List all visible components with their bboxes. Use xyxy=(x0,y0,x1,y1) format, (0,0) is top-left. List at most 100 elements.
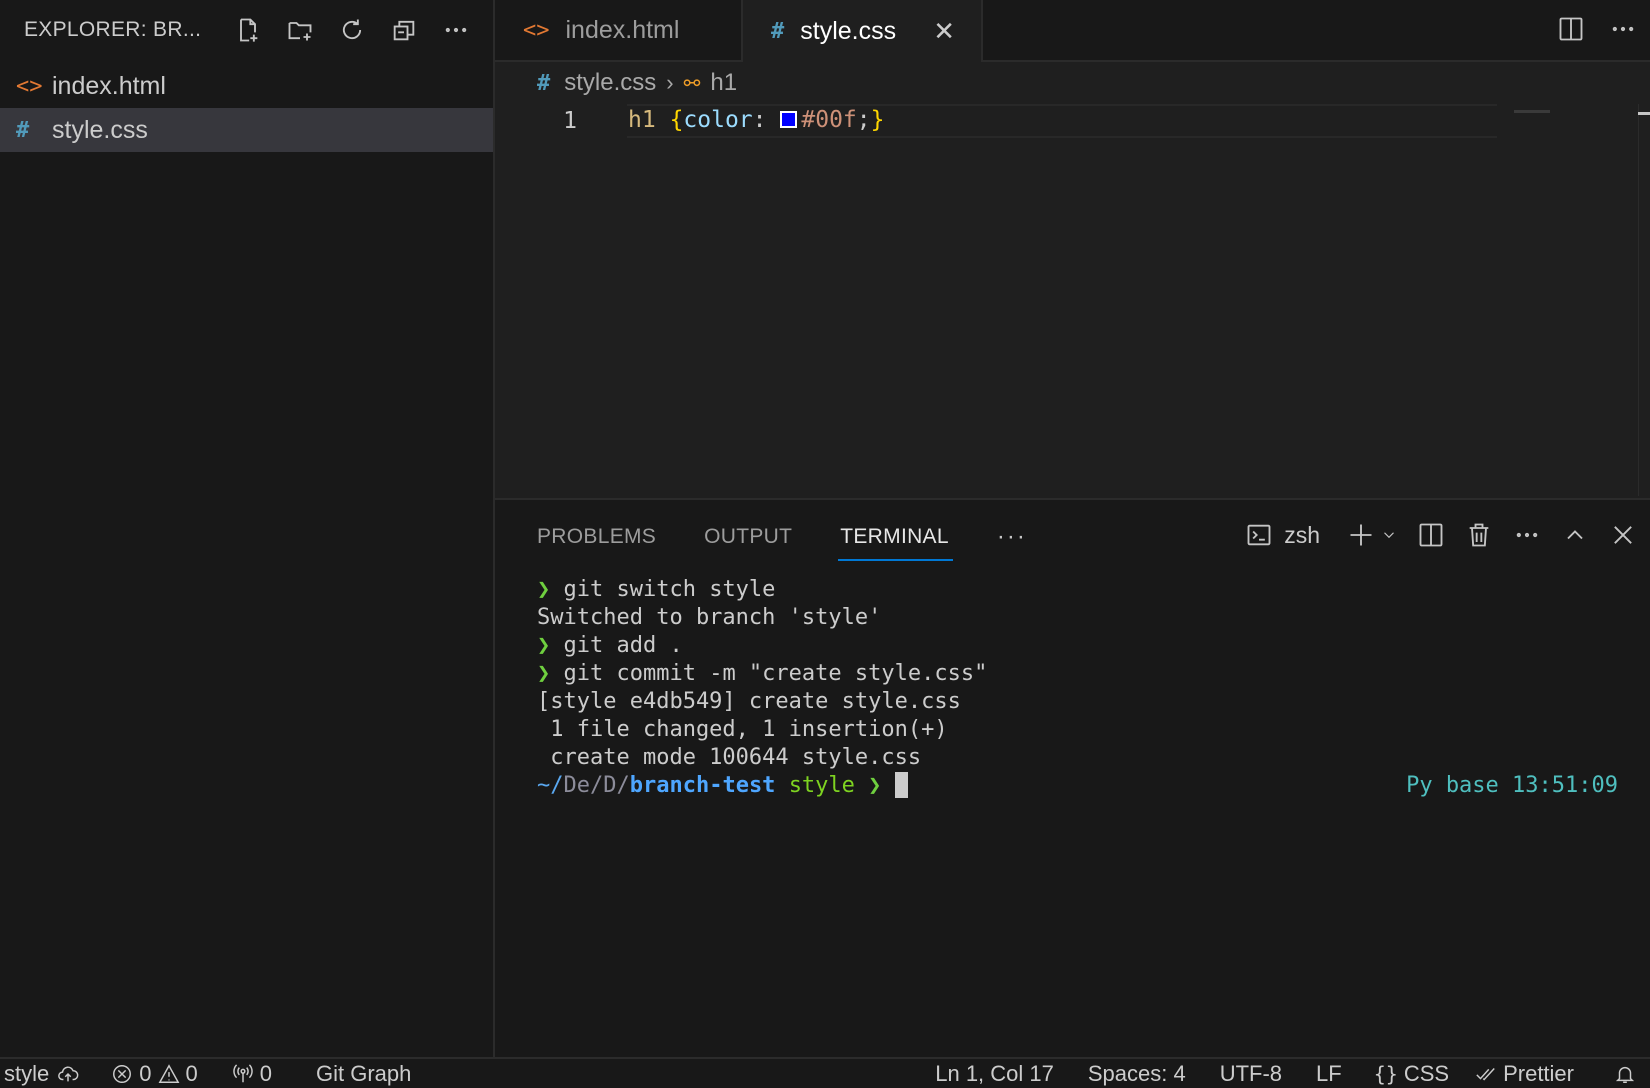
language-label: CSS xyxy=(1403,1060,1450,1086)
status-problems[interactable]: 0 0 xyxy=(111,1061,198,1087)
file-item-index-html[interactable]: <> index.html xyxy=(0,64,493,108)
notifications-bell[interactable] xyxy=(1614,1063,1636,1085)
split-terminal-icon[interactable] xyxy=(1416,520,1446,550)
css-file-icon: # xyxy=(16,117,30,143)
terminal-line: ❯ git add . xyxy=(537,632,1650,660)
tab-problems[interactable]: PROBLEMS xyxy=(537,525,656,549)
terminal-line: 1 file changed, 1 insertion(+) xyxy=(537,717,948,742)
breadcrumb: # style.css › ⚯ h1 xyxy=(495,62,1650,104)
status-encoding[interactable]: UTF-8 xyxy=(1220,1061,1282,1087)
tab-output[interactable]: OUTPUT xyxy=(704,525,792,549)
file-tree: <> index.html # style.css xyxy=(0,60,493,152)
close-icon[interactable] xyxy=(1608,520,1638,550)
more-icon[interactable] xyxy=(1512,520,1542,550)
explorer-sidebar: EXPLORER: BR... <> index.html # style.cs… xyxy=(0,0,495,1057)
terminal-prompt-line: ~/De/D/branch-test style ❯ Py base 13:51… xyxy=(537,772,1650,800)
terminal-line: [style e4db549] create style.css xyxy=(537,689,961,714)
terminal-shell-name[interactable]: zsh xyxy=(1284,522,1320,549)
double-check-icon xyxy=(1476,1067,1495,1081)
terminal-line: ❯ git commit -m "create style.css" xyxy=(537,660,1650,688)
terminal-icon[interactable] xyxy=(1244,520,1274,550)
encoding-label: UTF-8 xyxy=(1219,1060,1283,1086)
split-editor-icon[interactable] xyxy=(1556,14,1586,44)
more-icon[interactable]: ··· xyxy=(997,523,1027,551)
code-line[interactable]: 1 h1 {color: #00f;} xyxy=(495,104,1650,138)
status-eol[interactable]: LF xyxy=(1316,1061,1342,1087)
branch-name: style xyxy=(4,1060,50,1086)
editor-tabs: <> index.html # style.css ✕ xyxy=(495,0,1650,62)
prettier-label: Prettier xyxy=(1503,1060,1574,1086)
terminal-line: Switched to branch 'style' xyxy=(537,605,882,630)
open-brace: { xyxy=(669,107,684,133)
status-ports[interactable]: 0 xyxy=(232,1061,272,1087)
explorer-header: EXPLORER: BR... xyxy=(0,0,493,60)
code-editor[interactable]: 1 h1 {color: #00f;} xyxy=(495,104,1650,496)
css-selector: h1 xyxy=(628,107,656,133)
panel-tabs: PROBLEMS OUTPUT TERMINAL ··· zsh xyxy=(495,500,1650,574)
status-language[interactable]: {} CSS xyxy=(1374,1061,1449,1087)
editor-scrollbar[interactable] xyxy=(1638,104,1650,496)
html-file-icon: <> xyxy=(523,17,550,43)
indentation-label: Spaces: 4 xyxy=(1087,1060,1186,1086)
status-cursor-position[interactable]: Ln 1, Col 17 xyxy=(935,1061,1054,1087)
plus-icon[interactable] xyxy=(1346,520,1376,550)
css-property: color xyxy=(683,107,753,133)
new-folder-icon[interactable] xyxy=(285,15,315,45)
explorer-title: EXPLORER: BR... xyxy=(24,18,202,41)
chevron-down-icon[interactable] xyxy=(1380,520,1398,550)
prompt-dir: branch-test xyxy=(629,773,776,798)
status-branch[interactable]: style xyxy=(4,1061,81,1087)
file-label: index.html xyxy=(52,71,166,100)
tab-index-html[interactable]: <> index.html xyxy=(495,0,743,60)
tab-style-css[interactable]: # style.css ✕ xyxy=(743,0,983,62)
error-count: 0 xyxy=(139,1060,152,1086)
trash-icon[interactable] xyxy=(1464,520,1494,550)
new-file-icon[interactable] xyxy=(233,15,263,45)
refresh-icon[interactable] xyxy=(337,15,367,45)
chevron-right-icon: › xyxy=(666,70,674,95)
prompt-home: ~/ xyxy=(537,773,564,798)
prompt-symbol: ❯ xyxy=(537,633,551,658)
braces-icon: {} xyxy=(1373,1061,1398,1086)
tab-terminal[interactable]: TERMINAL xyxy=(838,525,953,561)
chevron-up-icon[interactable] xyxy=(1560,520,1590,550)
line-number: 1 xyxy=(563,108,577,134)
colon: : xyxy=(752,107,767,133)
broadcast-icon xyxy=(232,1063,253,1082)
prompt-symbol: ❯ xyxy=(537,661,551,686)
terminal-command: git commit -m "create style.css" xyxy=(563,661,988,686)
git-graph-label: Git Graph xyxy=(316,1060,412,1086)
scrollbar-cursor-marker xyxy=(1638,112,1650,115)
prompt-path: De/D/ xyxy=(563,773,630,798)
collapse-folders-icon[interactable] xyxy=(389,15,419,45)
more-icon[interactable] xyxy=(441,15,471,45)
color-swatch[interactable] xyxy=(780,111,798,128)
breadcrumb-file[interactable]: style.css xyxy=(564,69,656,97)
close-icon[interactable]: ✕ xyxy=(933,16,955,47)
bottom-panel: PROBLEMS OUTPUT TERMINAL ··· zsh ❯ git s… xyxy=(495,498,1650,1057)
terminal-command: git add . xyxy=(563,633,683,658)
terminal-cursor xyxy=(894,772,908,798)
more-icon[interactable] xyxy=(1608,14,1638,44)
close-brace: } xyxy=(870,107,885,133)
prompt-branch: style xyxy=(788,773,855,798)
prompt-symbol: ❯ xyxy=(537,577,551,602)
status-indentation[interactable]: Spaces: 4 xyxy=(1088,1061,1186,1087)
breadcrumb-symbol[interactable]: h1 xyxy=(710,69,737,97)
status-prettier[interactable]: Prettier xyxy=(1475,1061,1574,1087)
status-git-graph[interactable]: Git Graph xyxy=(316,1061,411,1087)
minimap[interactable] xyxy=(1514,110,1550,113)
css-file-icon: # xyxy=(771,18,785,44)
terminal-command: git switch style xyxy=(563,577,776,602)
file-item-style-css[interactable]: # style.css xyxy=(0,108,493,152)
terminal-output[interactable]: ❯ git switch style Switched to branch 's… xyxy=(495,574,1650,800)
eol-label: LF xyxy=(1316,1060,1342,1086)
status-bar: style 0 0 0 Git Graph Ln 1, Col 17 Space… xyxy=(0,1057,1650,1088)
tab-label: index.html xyxy=(565,15,680,44)
line-content: h1 {color: #00f;} xyxy=(628,107,885,133)
terminal-line: ❯ git switch style xyxy=(537,576,1650,604)
html-file-icon: <> xyxy=(16,73,43,99)
terminal-line: create mode 100644 style.css xyxy=(537,745,922,770)
right-prompt: Py base 13:51:09 xyxy=(1406,773,1618,798)
warning-count: 0 xyxy=(185,1060,198,1086)
